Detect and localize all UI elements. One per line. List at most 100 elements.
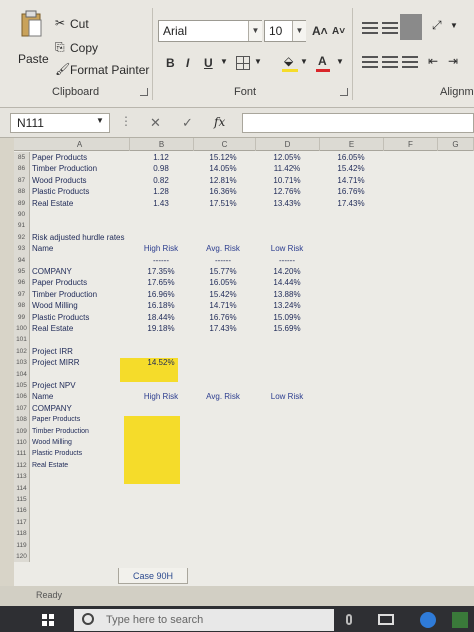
cell-c[interactable]: 15.77% <box>192 266 254 277</box>
column-header-f[interactable]: F <box>384 138 438 151</box>
cell-a[interactable]: Real Estate <box>32 460 68 471</box>
font-color-dropdown-icon[interactable]: ▼ <box>336 57 344 66</box>
row-number[interactable]: 117 <box>14 516 30 529</box>
row-number[interactable]: 99 <box>14 311 30 323</box>
cell-b[interactable]: 0.82 <box>128 175 194 186</box>
microphone-icon[interactable] <box>346 614 352 625</box>
row-number[interactable]: 95 <box>14 266 30 278</box>
column-header-c[interactable]: C <box>194 138 256 151</box>
cell-d[interactable]: 15.69% <box>254 323 320 334</box>
insert-function-icon[interactable]: fx <box>214 115 225 129</box>
row-number[interactable]: 118 <box>14 528 30 540</box>
row-number[interactable]: 114 <box>14 482 30 494</box>
cell-d[interactable]: 13.88% <box>254 289 320 300</box>
cell-a[interactable]: Wood Milling <box>32 437 72 448</box>
cell-b[interactable]: 16.96% <box>128 289 194 300</box>
cell-c[interactable]: 12.81% <box>192 175 254 186</box>
name-box-dropdown-icon[interactable]: ▼ <box>96 116 104 125</box>
cell-d[interactable]: 15.09% <box>254 312 320 323</box>
cell-e[interactable]: 15.42% <box>318 163 384 174</box>
column-header-b[interactable]: B <box>130 138 194 151</box>
align-left-icon[interactable] <box>362 56 378 68</box>
row-number[interactable]: 97 <box>14 288 30 301</box>
cell-a[interactable]: Project NPV <box>32 380 76 391</box>
cell-c[interactable]: ------ <box>192 255 254 266</box>
row-number[interactable]: 102 <box>14 345 30 358</box>
format-painter-button[interactable]: Format Painter <box>70 63 149 77</box>
cell-a[interactable]: COMPANY <box>32 403 72 414</box>
cell-d[interactable]: Low Risk <box>254 243 320 254</box>
font-color-button[interactable]: A <box>318 54 327 68</box>
row-number[interactable]: 104 <box>14 368 30 380</box>
cell-a[interactable]: Name <box>32 391 53 402</box>
fill-color-dropdown-icon[interactable]: ▼ <box>300 57 308 66</box>
cell-d[interactable]: 13.24% <box>254 300 320 311</box>
name-box[interactable]: N111 <box>10 113 110 133</box>
borders-dropdown-icon[interactable]: ▼ <box>254 57 262 66</box>
row-number[interactable]: 92 <box>14 231 30 244</box>
cell-c[interactable]: 16.05% <box>192 277 254 288</box>
cell-d[interactable]: ------ <box>254 255 320 266</box>
row-number[interactable]: 120 <box>14 551 30 563</box>
cell-e[interactable]: 16.05% <box>318 152 384 163</box>
cell-c[interactable]: 14.05% <box>192 163 254 174</box>
cell-c[interactable]: 16.76% <box>192 312 254 323</box>
cell-b[interactable]: 19.18% <box>128 323 194 334</box>
align-right-icon[interactable] <box>402 56 418 68</box>
cell-a[interactable]: Plastic Products <box>32 448 82 459</box>
column-header-a[interactable]: A <box>30 138 130 151</box>
paste-button[interactable]: Paste <box>18 52 49 66</box>
cortana-icon[interactable] <box>82 613 94 625</box>
cell-a[interactable]: Real Estate <box>32 323 73 334</box>
align-top-icon[interactable] <box>362 22 378 34</box>
cell-a[interactable]: Project MIRR <box>32 357 80 368</box>
worksheet-grid[interactable]: A B C D E F G 85 Paper Products 1.12 15.12%… <box>14 138 474 586</box>
cell-b[interactable]: 16.18% <box>128 300 194 311</box>
task-view-icon[interactable] <box>378 614 394 625</box>
row-number[interactable]: 116 <box>14 505 30 517</box>
column-header-e[interactable]: E <box>320 138 384 151</box>
paste-icon[interactable] <box>20 10 44 40</box>
cell-b[interactable]: 1.28 <box>128 186 194 197</box>
cell-a[interactable]: Risk adjusted hurdle rates <box>32 232 125 243</box>
grow-font-button[interactable]: A˄ <box>312 24 328 38</box>
cell-b[interactable]: 14.52% <box>128 357 194 368</box>
cell-b[interactable]: 1.12 <box>128 152 194 163</box>
row-number[interactable]: 115 <box>14 494 30 506</box>
row-number[interactable]: 96 <box>14 277 30 289</box>
borders-icon[interactable] <box>236 56 250 70</box>
taskbar-search-box[interactable]: Type here to search <box>74 609 334 631</box>
format-painter-icon[interactable]: 🖌 <box>55 62 70 76</box>
cell-a[interactable]: Paper Products <box>32 277 87 288</box>
cell-b[interactable]: ------ <box>128 255 194 266</box>
fill-color-icon[interactable]: ⬙ <box>284 54 293 68</box>
row-number[interactable]: 94 <box>14 254 30 266</box>
cell-e[interactable]: 17.43% <box>318 198 384 209</box>
cut-icon[interactable]: ✂ <box>55 16 65 30</box>
copy-button[interactable]: Copy <box>70 41 98 55</box>
cancel-icon[interactable]: ✕ <box>150 115 161 131</box>
cell-a[interactable]: Wood Products <box>32 175 87 186</box>
cell-d[interactable]: 13.43% <box>254 198 320 209</box>
cell-b[interactable]: 17.65% <box>128 277 194 288</box>
cell-a[interactable]: Wood Milling <box>32 300 78 311</box>
orientation-icon[interactable]: ⤢ <box>432 18 442 33</box>
row-number[interactable]: 88 <box>14 186 30 198</box>
bold-button[interactable]: B <box>166 56 175 70</box>
row-number[interactable]: 119 <box>14 539 30 551</box>
sheet-tab[interactable]: Case 90H <box>118 568 188 584</box>
row-number[interactable]: 87 <box>14 174 30 187</box>
edge-browser-icon[interactable] <box>420 612 436 628</box>
cell-a[interactable]: Name <box>32 243 53 254</box>
cell-c[interactable]: Avg. Risk <box>192 391 254 402</box>
row-number[interactable]: 108 <box>14 414 30 426</box>
row-number[interactable]: 106 <box>14 391 30 403</box>
cell-c[interactable]: 14.71% <box>192 300 254 311</box>
cell-a[interactable]: COMPANY <box>32 266 72 277</box>
underline-dropdown-icon[interactable]: ▼ <box>220 57 228 66</box>
cut-button[interactable]: Cut <box>70 17 89 31</box>
align-middle-icon[interactable] <box>382 22 398 34</box>
row-number[interactable]: 107 <box>14 402 30 415</box>
column-header-g[interactable]: G <box>438 138 474 151</box>
cell-c[interactable]: 17.43% <box>192 323 254 334</box>
